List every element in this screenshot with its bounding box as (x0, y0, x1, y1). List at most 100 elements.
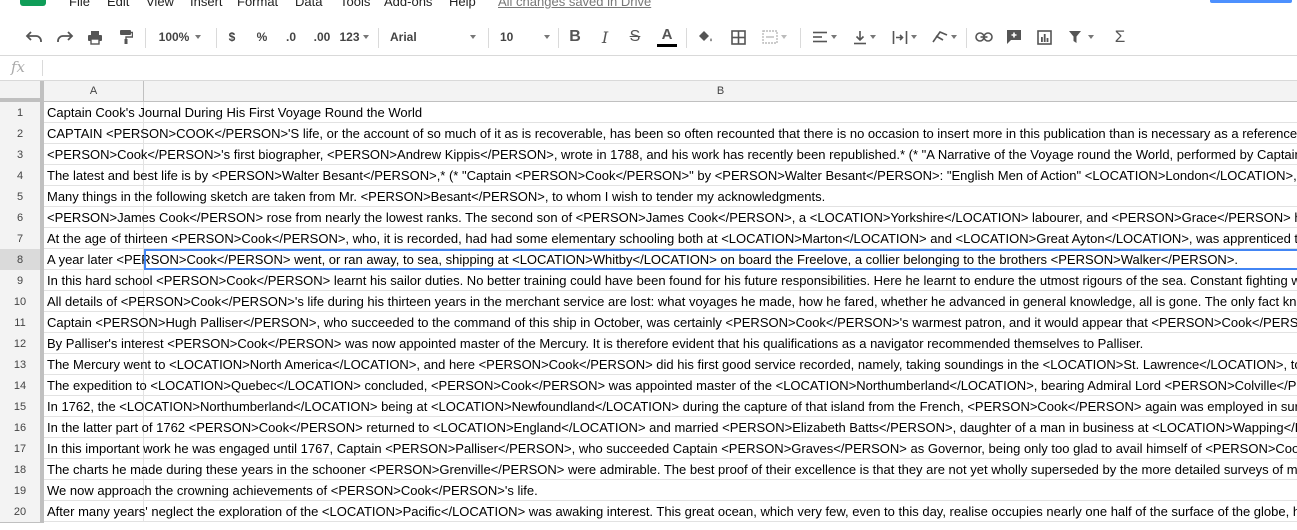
fx-icon: fx (11, 58, 26, 76)
menu-view[interactable]: View (146, 0, 174, 9)
share-button[interactable] (1210, 0, 1292, 3)
row-header[interactable]: 9 (0, 270, 44, 292)
insert-comment-icon[interactable] (1003, 26, 1025, 48)
toolbar-separator (558, 28, 559, 48)
save-status-link[interactable]: All changes saved in Drive (498, 0, 651, 9)
chevron-down-icon (780, 35, 787, 39)
currency-format-button[interactable]: $ (222, 26, 242, 48)
row-header[interactable]: 20 (0, 501, 44, 523)
text-rotation-icon[interactable] (928, 26, 960, 48)
table-row: 18 The charts he made during these years … (0, 459, 1297, 481)
row-header[interactable]: 10 (0, 291, 44, 313)
fill-color-icon[interactable] (694, 26, 716, 48)
cell-text: In this hard school <PERSON>Cook</PERSON… (47, 273, 1297, 288)
row-header[interactable]: 1 (0, 102, 44, 124)
cell-text: Captain <PERSON>Hugh Palliser</PERSON>, … (47, 315, 1297, 330)
toolbar-separator (800, 28, 801, 48)
menu-data[interactable]: Data (295, 0, 322, 9)
zoom-select[interactable]: 100% (152, 26, 208, 48)
font-family-value: Arial (390, 30, 417, 44)
strikethrough-icon[interactable]: S (626, 26, 644, 48)
row-header[interactable]: 8 (0, 249, 44, 271)
more-formats-select[interactable]: 123 (339, 26, 369, 48)
sheets-logo[interactable] (20, 0, 46, 6)
formula-input[interactable] (50, 56, 1290, 80)
filter-icon[interactable] (1064, 26, 1098, 48)
menu-help[interactable]: Help (449, 0, 476, 9)
merge-cells-icon[interactable] (758, 26, 790, 48)
paint-format-icon[interactable] (115, 26, 137, 48)
select-all-corner[interactable] (0, 81, 44, 102)
cell-text: CAPTAIN <PERSON>COOK</PERSON>'S life, or… (47, 126, 1297, 141)
row-header[interactable]: 7 (0, 228, 44, 250)
percent-format-button[interactable]: % (252, 26, 272, 48)
bold-icon[interactable]: B (566, 26, 584, 48)
chevron-down-icon (951, 35, 957, 39)
functions-icon[interactable]: Σ (1110, 26, 1130, 48)
menu-file[interactable]: File (69, 0, 90, 9)
table-row: 11 Captain <PERSON>Hugh Palliser</PERSON>… (0, 312, 1297, 334)
chevron-down-icon (1088, 35, 1094, 39)
chevron-down-icon (830, 35, 837, 39)
row-header[interactable]: 13 (0, 354, 44, 376)
table-row: 1 Captain Cook's Journal During His First… (0, 102, 1297, 124)
row-header[interactable]: 2 (0, 123, 44, 145)
column-header-a[interactable]: A (44, 81, 144, 102)
table-row: 14 The expedition to <LOCATION>Quebec</LO… (0, 375, 1297, 397)
table-row: 6 <PERSON>James Cook</PERSON> rose from n… (0, 207, 1297, 229)
chevron-down-icon (869, 35, 876, 39)
row-header[interactable]: 12 (0, 333, 44, 355)
row-header[interactable]: 5 (0, 186, 44, 208)
row-header[interactable]: 15 (0, 396, 44, 418)
vertical-align-icon[interactable] (848, 26, 880, 48)
row-header[interactable]: 16 (0, 417, 44, 439)
table-row: 2 CAPTAIN <PERSON>COOK</PERSON>'S life, o… (0, 123, 1297, 145)
redo-icon[interactable] (54, 26, 76, 48)
cell-text: The expedition to <LOCATION>Quebec</LOCA… (47, 378, 1297, 393)
cell-text: The latest and best life is by <PERSON>W… (47, 168, 1297, 183)
row-header[interactable]: 19 (0, 480, 44, 502)
menu-insert[interactable]: Insert (190, 0, 223, 9)
menu-edit[interactable]: Edit (107, 0, 129, 9)
font-size-select[interactable]: 10 (500, 26, 550, 48)
cell-text: In the latter part of 1762 <PERSON>Cook<… (47, 420, 1297, 435)
toolbar-separator (966, 28, 967, 48)
row-header[interactable]: 17 (0, 438, 44, 460)
horizontal-align-icon[interactable] (808, 26, 840, 48)
row-header[interactable]: 18 (0, 459, 44, 481)
row-header[interactable]: 4 (0, 165, 44, 187)
insert-link-icon[interactable] (973, 26, 995, 48)
text-wrapping-icon[interactable] (888, 26, 920, 48)
formula-separator (42, 60, 43, 76)
row-header[interactable]: 6 (0, 207, 44, 229)
column-header-b[interactable]: B (144, 81, 1297, 102)
font-size-value: 10 (500, 30, 514, 44)
cell-text: After many years' neglect the exploratio… (47, 504, 1297, 519)
toolbar-separator (378, 28, 379, 48)
decrease-decimal-button[interactable]: .0 (281, 26, 301, 48)
cell-text: At the age of thirteen <PERSON>Cook</PER… (47, 231, 1297, 246)
cell-text: Many things in the following sketch are … (47, 189, 826, 204)
row-header[interactable]: 11 (0, 312, 44, 334)
menu-tools[interactable]: Tools (340, 0, 370, 9)
cell-text: In 1762, the <LOCATION>Northumberland</L… (47, 399, 1297, 414)
print-icon[interactable] (84, 26, 106, 48)
table-row: 13 The Mercury went to <LOCATION>North Am… (0, 354, 1297, 376)
insert-chart-icon[interactable] (1033, 26, 1055, 48)
increase-decimal-button[interactable]: .00 (310, 26, 334, 48)
toolbar: 100% $ % .0 .00 123 Arial 10 B I S A Σ (0, 20, 1297, 56)
undo-icon[interactable] (23, 26, 45, 48)
table-row: 7 At the age of thirteen <PERSON>Cook</PE… (0, 228, 1297, 250)
row-header[interactable]: 14 (0, 375, 44, 397)
table-row: 4 The latest and best life is by <PERSON>… (0, 165, 1297, 187)
menu-format[interactable]: Format (237, 0, 278, 9)
formula-bar: fx (0, 56, 1297, 81)
chevron-down-icon (910, 35, 917, 39)
table-row: 8A year later <PERSON>Cook</PERSON> went… (0, 249, 1297, 271)
italic-icon[interactable]: I (596, 26, 614, 48)
menu-addons[interactable]: Add-ons (384, 0, 432, 9)
row-header[interactable]: 3 (0, 144, 44, 166)
font-family-select[interactable]: Arial (390, 26, 476, 48)
text-color-icon[interactable]: A (655, 26, 679, 48)
borders-icon[interactable] (727, 26, 749, 48)
